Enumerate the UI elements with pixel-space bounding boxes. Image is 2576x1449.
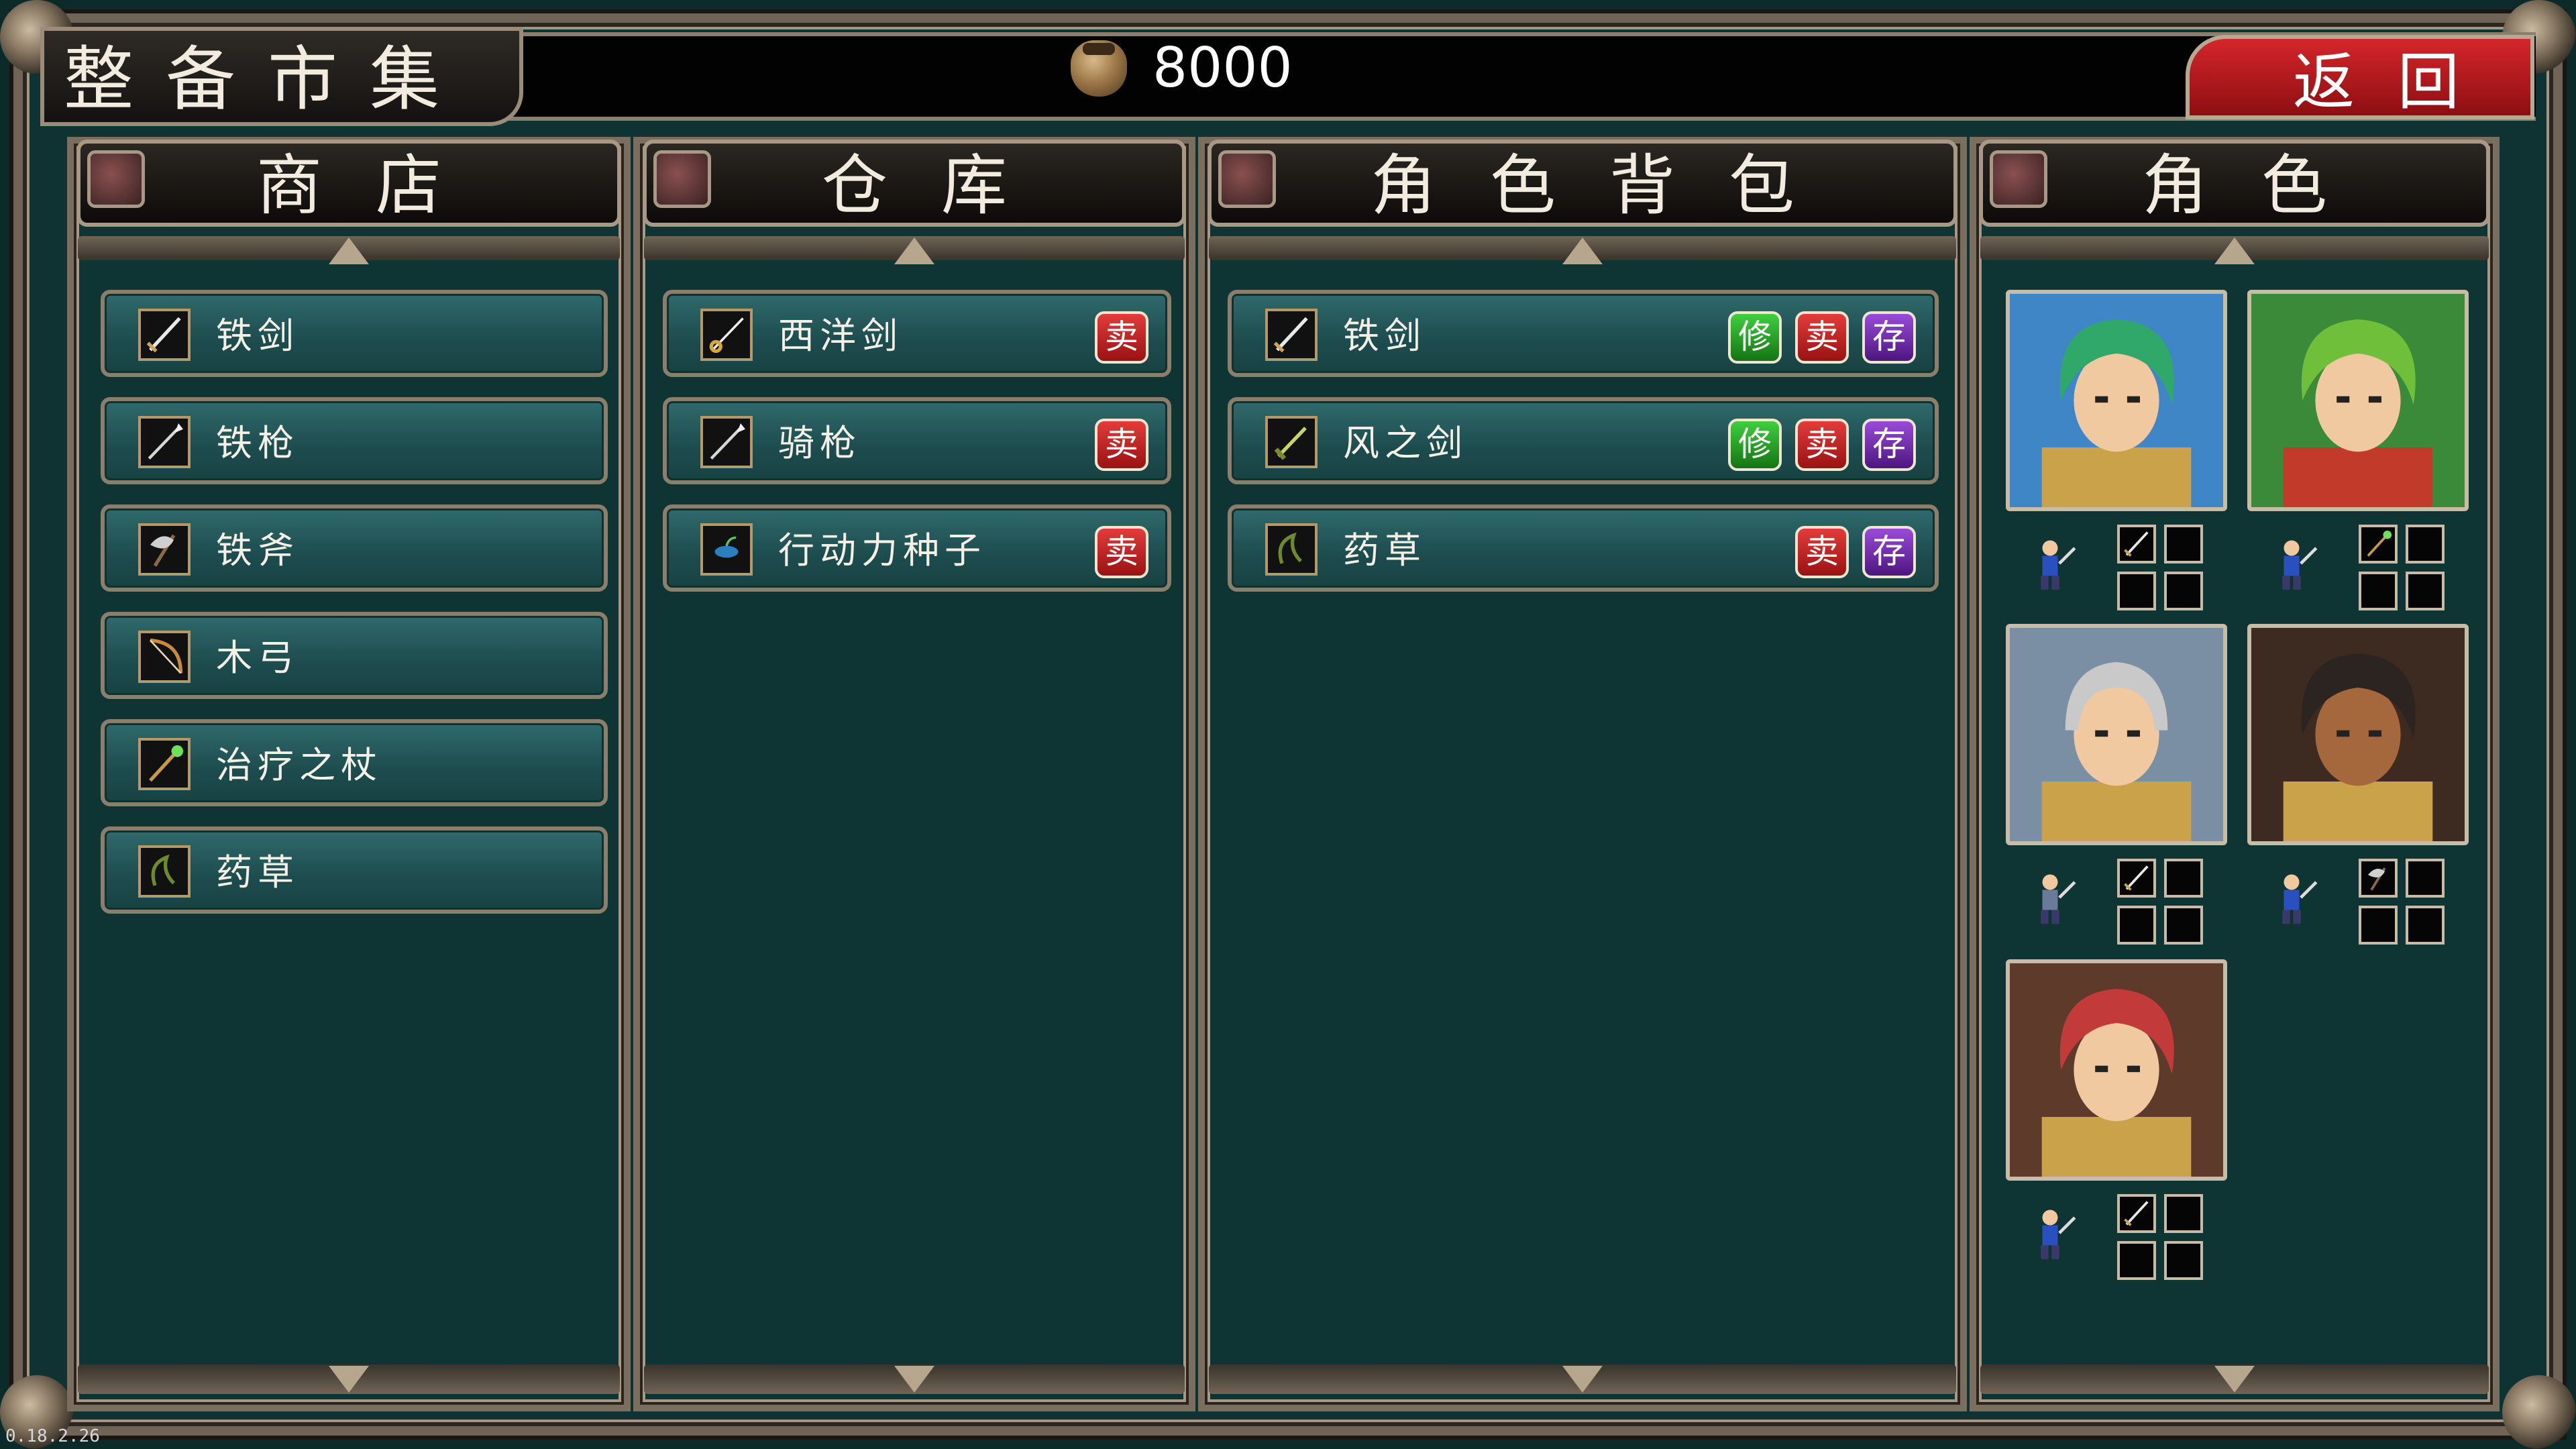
item-name: 铁枪 [216, 422, 299, 464]
rapier-icon [700, 309, 753, 361]
panel-title-bag: 角色背包 [1370, 148, 1848, 224]
panel-emblem-icon [87, 150, 145, 208]
sell-button[interactable]: 卖 [1095, 526, 1148, 578]
equipment-slot[interactable] [2117, 906, 2156, 945]
equipment-slot[interactable] [2117, 525, 2156, 564]
frame-corner-ornament [2502, 1375, 2576, 1449]
equipment-slot[interactable] [2117, 1241, 2156, 1280]
storage-item-row[interactable]: 行动力种子 卖 [663, 504, 1171, 592]
equipment-slot[interactable] [2117, 1194, 2156, 1233]
equipment-slot[interactable] [2164, 572, 2203, 610]
character-portrait[interactable] [2006, 290, 2227, 511]
shop-item-row[interactable]: 铁枪 [101, 397, 608, 484]
character-map-sprite [2019, 533, 2081, 594]
wind-sword-icon [1265, 416, 1318, 468]
store-button[interactable]: 存 [1862, 419, 1916, 471]
item-name: 西洋剑 [778, 315, 903, 357]
panel-emblem-icon [1218, 150, 1276, 208]
item-name: 铁剑 [1343, 315, 1426, 357]
storage-item-row[interactable]: 西洋剑 卖 [663, 290, 1171, 377]
item-name: 药草 [1343, 529, 1426, 572]
item-name: 风之剑 [1343, 422, 1468, 464]
character-portrait[interactable] [2006, 959, 2227, 1181]
staff-icon [138, 738, 191, 790]
herb-icon [138, 845, 191, 898]
character-portrait[interactable] [2247, 290, 2469, 511]
panel-title-shop: 商店 [256, 148, 495, 224]
character-map-sprite [2019, 867, 2081, 928]
lance-icon [138, 416, 191, 468]
axe-icon [138, 523, 191, 576]
item-name: 治疗之杖 [216, 744, 382, 786]
sell-button[interactable]: 卖 [1095, 311, 1148, 364]
equipment-slot[interactable] [2359, 906, 2398, 945]
lance-icon [700, 416, 753, 468]
character-map-sprite [2261, 867, 2322, 928]
character-portrait[interactable] [2247, 624, 2469, 845]
version-label: 0.18.2.26 [5, 1426, 100, 1446]
store-button[interactable]: 存 [1862, 526, 1916, 578]
equipment-slot[interactable] [2406, 906, 2445, 945]
equipment-slot[interactable] [2164, 525, 2203, 564]
panel-emblem-icon [653, 150, 711, 208]
item-name: 行动力种子 [778, 529, 986, 572]
equipment-slot[interactable] [2164, 906, 2203, 945]
character-map-sprite [2019, 1202, 2081, 1264]
sell-button[interactable]: 卖 [1795, 419, 1849, 471]
gold-bag-tie [1083, 43, 1115, 55]
sword-icon [138, 309, 191, 361]
equipment-slot[interactable] [2164, 1194, 2203, 1233]
shop-item-row[interactable]: 药草 [101, 826, 608, 914]
equipment-slot[interactable] [2406, 859, 2445, 898]
shop-item-row[interactable]: 铁剑 [101, 290, 608, 377]
panel-title-characters: 角色 [2141, 148, 2381, 224]
equipment-slot[interactable] [2117, 572, 2156, 610]
character-map-sprite [2261, 533, 2322, 594]
sword-icon [1265, 309, 1318, 361]
page-title: 整备市集 [64, 38, 472, 120]
item-name: 药草 [216, 851, 299, 894]
herb-icon [1265, 523, 1318, 576]
equipment-slot[interactable] [2359, 572, 2398, 610]
bag-item-row[interactable]: 风之剑 存卖修 [1228, 397, 1939, 484]
shop-item-row[interactable]: 木弓 [101, 612, 608, 699]
sell-button[interactable]: 卖 [1095, 419, 1148, 471]
repair-button[interactable]: 修 [1728, 311, 1782, 364]
bow-icon [138, 631, 191, 683]
item-name: 铁斧 [216, 529, 299, 572]
back-button-label: 返回 [2293, 46, 2503, 118]
equipment-slot[interactable] [2117, 859, 2156, 898]
character-portrait[interactable] [2006, 624, 2227, 845]
storage-item-row[interactable]: 骑枪 卖 [663, 397, 1171, 484]
store-button[interactable]: 存 [1862, 311, 1916, 364]
item-name: 骑枪 [778, 422, 861, 464]
bag-item-row[interactable]: 铁剑 存卖修 [1228, 290, 1939, 377]
sell-button[interactable]: 卖 [1795, 311, 1849, 364]
equipment-slot[interactable] [2164, 1241, 2203, 1280]
item-name: 铁剑 [216, 315, 299, 357]
gold-amount: 8000 [1152, 36, 1293, 100]
seed-icon [700, 523, 753, 576]
panel-emblem-icon [1990, 150, 2047, 208]
sell-button[interactable]: 卖 [1795, 526, 1849, 578]
shop-item-row[interactable]: 治疗之杖 [101, 719, 608, 806]
repair-button[interactable]: 修 [1728, 419, 1782, 471]
item-name: 木弓 [216, 637, 299, 679]
equipment-slot[interactable] [2164, 859, 2203, 898]
equipment-slot[interactable] [2359, 859, 2398, 898]
equipment-slot[interactable] [2406, 525, 2445, 564]
bag-item-row[interactable]: 药草 存卖 [1228, 504, 1939, 592]
equipment-slot[interactable] [2406, 572, 2445, 610]
equipment-slot[interactable] [2359, 525, 2398, 564]
shop-item-row[interactable]: 铁斧 [101, 504, 608, 592]
panel-title-storage: 仓库 [821, 148, 1061, 224]
